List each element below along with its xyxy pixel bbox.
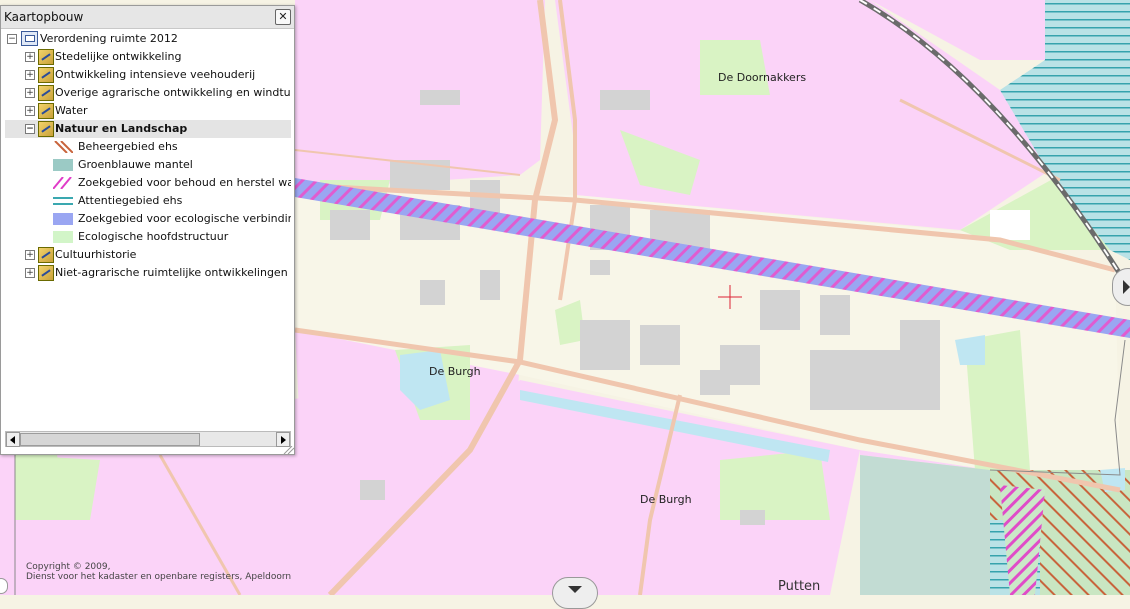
horizontal-scrollbar[interactable] (5, 431, 291, 447)
expand-icon[interactable]: + (25, 52, 35, 62)
legend-item: Zoekgebied voor behoud en herstel waters… (5, 174, 291, 192)
crosshair-icon (718, 285, 742, 309)
layer-item[interactable]: + Niet-agrarische ruimtelijke ontwikkeli… (5, 264, 291, 282)
copyright-notice: Copyright © 2009, Dienst voor het kadast… (26, 562, 291, 582)
expand-icon[interactable]: + (25, 70, 35, 80)
layer-label: Niet-agrarische ruimtelijke ontwikkeling… (55, 266, 291, 279)
layer-icon (38, 49, 54, 65)
layer-label: Ontwikkeling intensieve veehouderij (55, 68, 256, 81)
copyright-line-2: Dienst voor het kadaster en openbare reg… (26, 572, 292, 582)
layer-icon (38, 265, 54, 281)
pond-2 (955, 335, 985, 365)
layer-item[interactable]: + Stedelijke ontwikkeling (5, 48, 291, 66)
resize-grip-icon[interactable] (280, 446, 294, 454)
map-label-de-burgh: De Burgh (429, 365, 481, 378)
expand-icon[interactable]: + (25, 268, 35, 278)
map-label-de-burgh-south: De Burgh (640, 493, 692, 506)
expand-icon[interactable]: + (25, 106, 35, 116)
hatch-magenta-icon (53, 177, 72, 189)
map-document-icon (21, 31, 38, 46)
tree-root-label: Verordening ruimte 2012 (40, 32, 178, 45)
layer-label: Overige agrarische ontwikkeling en windt… (55, 86, 291, 99)
green-mantle (860, 455, 990, 595)
layer-label: Stedelijke ontwikkeling (55, 50, 182, 63)
legend-item: Groenblauwe mantel (5, 156, 291, 174)
layer-item[interactable]: + Water (5, 102, 291, 120)
expand-icon[interactable]: + (25, 250, 35, 260)
layer-icon (38, 85, 54, 101)
panel-titlebar[interactable]: Kaartopbouw ✕ (1, 6, 294, 29)
scrollbar-thumb[interactable] (20, 433, 200, 446)
layer-item[interactable]: + Overige agrarische ontwikkeling en win… (5, 84, 291, 102)
layer-panel: Kaartopbouw ✕ − Verordening ruimte 2012 … (0, 5, 295, 455)
legend-label: Zoekgebied voor behoud en herstel waters… (78, 176, 291, 189)
legend-label: Beheergebied ehs (78, 140, 178, 153)
legend-item: Zoekgebied voor ecologische verbindingsz… (5, 210, 291, 228)
scroll-left-button[interactable] (6, 432, 20, 447)
layer-icon (38, 121, 54, 137)
legend-label: Zoekgebied voor ecologische verbindingsz… (78, 212, 291, 225)
tree-root[interactable]: − Verordening ruimte 2012 (5, 30, 291, 48)
panel-title: Kaartopbouw (4, 10, 84, 24)
legend-item: Beheergebied ehs (5, 138, 291, 156)
hatch-brown-icon (54, 141, 73, 153)
layer-item-selected[interactable]: − Natuur en Landschap (5, 120, 291, 138)
legend-label: Attentiegebied ehs (78, 194, 183, 207)
collapse-icon[interactable]: − (7, 34, 17, 44)
legend-label: Ecologische hoofdstructuur (78, 230, 229, 243)
collapse-icon[interactable]: − (25, 124, 35, 134)
map-label-putten: Putten (778, 579, 821, 594)
lines-teal-icon (53, 197, 73, 205)
layer-icon (38, 67, 54, 83)
layer-label: Water (55, 104, 88, 117)
layer-tree: − Verordening ruimte 2012 + Stedelijke o… (5, 30, 291, 430)
legend-label: Groenblauwe mantel (78, 158, 193, 171)
fill-teal-icon (53, 159, 73, 171)
fill-lightgreen-icon (53, 231, 73, 243)
fill-blue-icon (53, 213, 73, 225)
copyright-line-1: Copyright © 2009, (26, 562, 111, 572)
layer-icon (38, 247, 54, 263)
legend-item: Ecologische hoofdstructuur (5, 228, 291, 246)
layer-item[interactable]: + Ontwikkeling intensieve veehouderij (5, 66, 291, 84)
layer-label: Cultuurhistorie (55, 248, 137, 261)
expand-icon[interactable]: + (25, 88, 35, 98)
layer-label: Natuur en Landschap (55, 122, 188, 135)
close-button[interactable]: ✕ (275, 9, 291, 25)
layer-item[interactable]: + Cultuurhistorie (5, 246, 291, 264)
legend-item: Attentiegebied ehs (5, 192, 291, 210)
pan-down-button[interactable] (552, 577, 598, 609)
map-label-doornakkers: De Doornakkers (718, 71, 807, 84)
scroll-right-button[interactable] (276, 432, 290, 447)
layer-icon (38, 103, 54, 119)
